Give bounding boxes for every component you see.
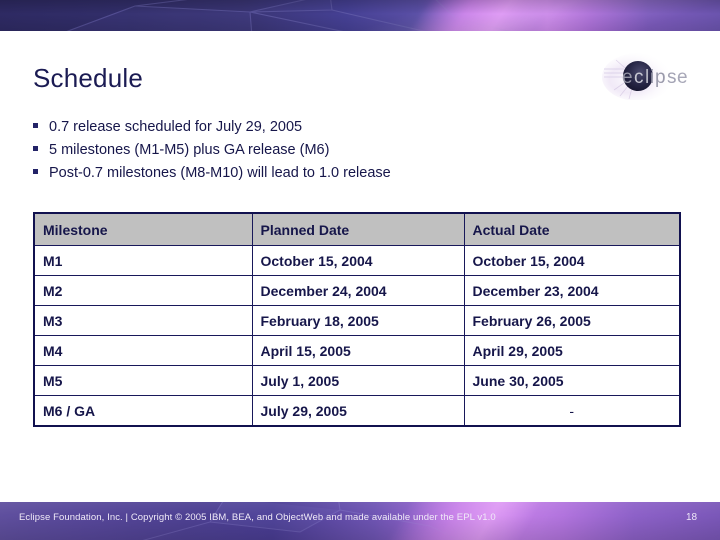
table-row: M1 October 15, 2004 October 15, 2004 [33, 245, 681, 276]
cell-planned-date: February 18, 2005 [251, 305, 465, 336]
svg-text:p: p [655, 67, 666, 88]
cell-milestone: M4 [33, 335, 253, 366]
bullet-text: Post-0.7 milestones (M8-M10) will lead t… [49, 165, 391, 181]
schedule-table: Milestone Planned Date Actual Date M1 Oc… [33, 212, 681, 427]
cell-actual-date: February 26, 2005 [463, 305, 681, 336]
cell-actual-date: April 29, 2005 [463, 335, 681, 366]
table-row: M6 / GA July 29, 2005 - [33, 395, 681, 427]
table-row: M2 December 24, 2004 December 23, 2004 [33, 275, 681, 306]
cell-actual-date: June 30, 2005 [463, 365, 681, 396]
svg-text:c: c [634, 67, 644, 88]
bullet-text: 0.7 release scheduled for July 29, 2005 [49, 119, 303, 135]
cell-planned-date: December 24, 2004 [251, 275, 465, 306]
cell-milestone: M2 [33, 275, 253, 306]
svg-text:l: l [645, 67, 649, 88]
eclipse-logo: e c l i p s e [602, 53, 688, 100]
banner-sheen [0, 0, 720, 31]
bullet-item: 5 milestones (M1-M5) plus GA release (M6… [33, 140, 653, 161]
column-header-milestone: Milestone [33, 212, 253, 246]
bullet-item: Post-0.7 milestones (M8-M10) will lead t… [33, 163, 653, 184]
svg-text:i: i [650, 67, 654, 88]
slide-canvas: Schedule e c l i p s e 0.7 release sched… [0, 0, 720, 540]
page-title: Schedule [33, 63, 144, 93]
table-row: M5 July 1, 2005 June 30, 2005 [33, 365, 681, 396]
page-number: 18 [686, 512, 698, 523]
square-bullet-icon [33, 146, 38, 151]
cell-actual-date: December 23, 2004 [463, 275, 681, 306]
column-header-planned-date: Planned Date [251, 212, 465, 246]
svg-text:s: s [667, 67, 677, 88]
svg-text:e: e [622, 67, 633, 88]
bullet-item: 0.7 release scheduled for July 29, 2005 [33, 117, 653, 138]
cell-planned-date: October 15, 2004 [251, 245, 465, 276]
cell-milestone: M5 [33, 365, 253, 396]
top-banner [0, 0, 720, 31]
table-header-row: Milestone Planned Date Actual Date [33, 212, 681, 246]
square-bullet-icon [33, 169, 38, 174]
bullet-list: 0.7 release scheduled for July 29, 2005 … [33, 117, 653, 186]
svg-text:e: e [677, 67, 688, 88]
cell-planned-date: July 1, 2005 [251, 365, 465, 396]
cell-actual-date: - [463, 395, 681, 427]
cell-planned-date: July 29, 2005 [251, 395, 465, 427]
table-row: M4 April 15, 2005 April 29, 2005 [33, 335, 681, 366]
cell-milestone: M6 / GA [33, 395, 253, 427]
footer-copyright-text: Eclipse Foundation, Inc. | Copyright © 2… [19, 512, 496, 523]
cell-milestone: M1 [33, 245, 253, 276]
column-header-actual-date: Actual Date [463, 212, 681, 246]
cell-actual-date: October 15, 2004 [463, 245, 681, 276]
bullet-text: 5 milestones (M1-M5) plus GA release (M6… [49, 142, 330, 158]
cell-milestone: M3 [33, 305, 253, 336]
cell-planned-date: April 15, 2005 [251, 335, 465, 366]
table-row: M3 February 18, 2005 February 26, 2005 [33, 305, 681, 336]
square-bullet-icon [33, 123, 38, 128]
